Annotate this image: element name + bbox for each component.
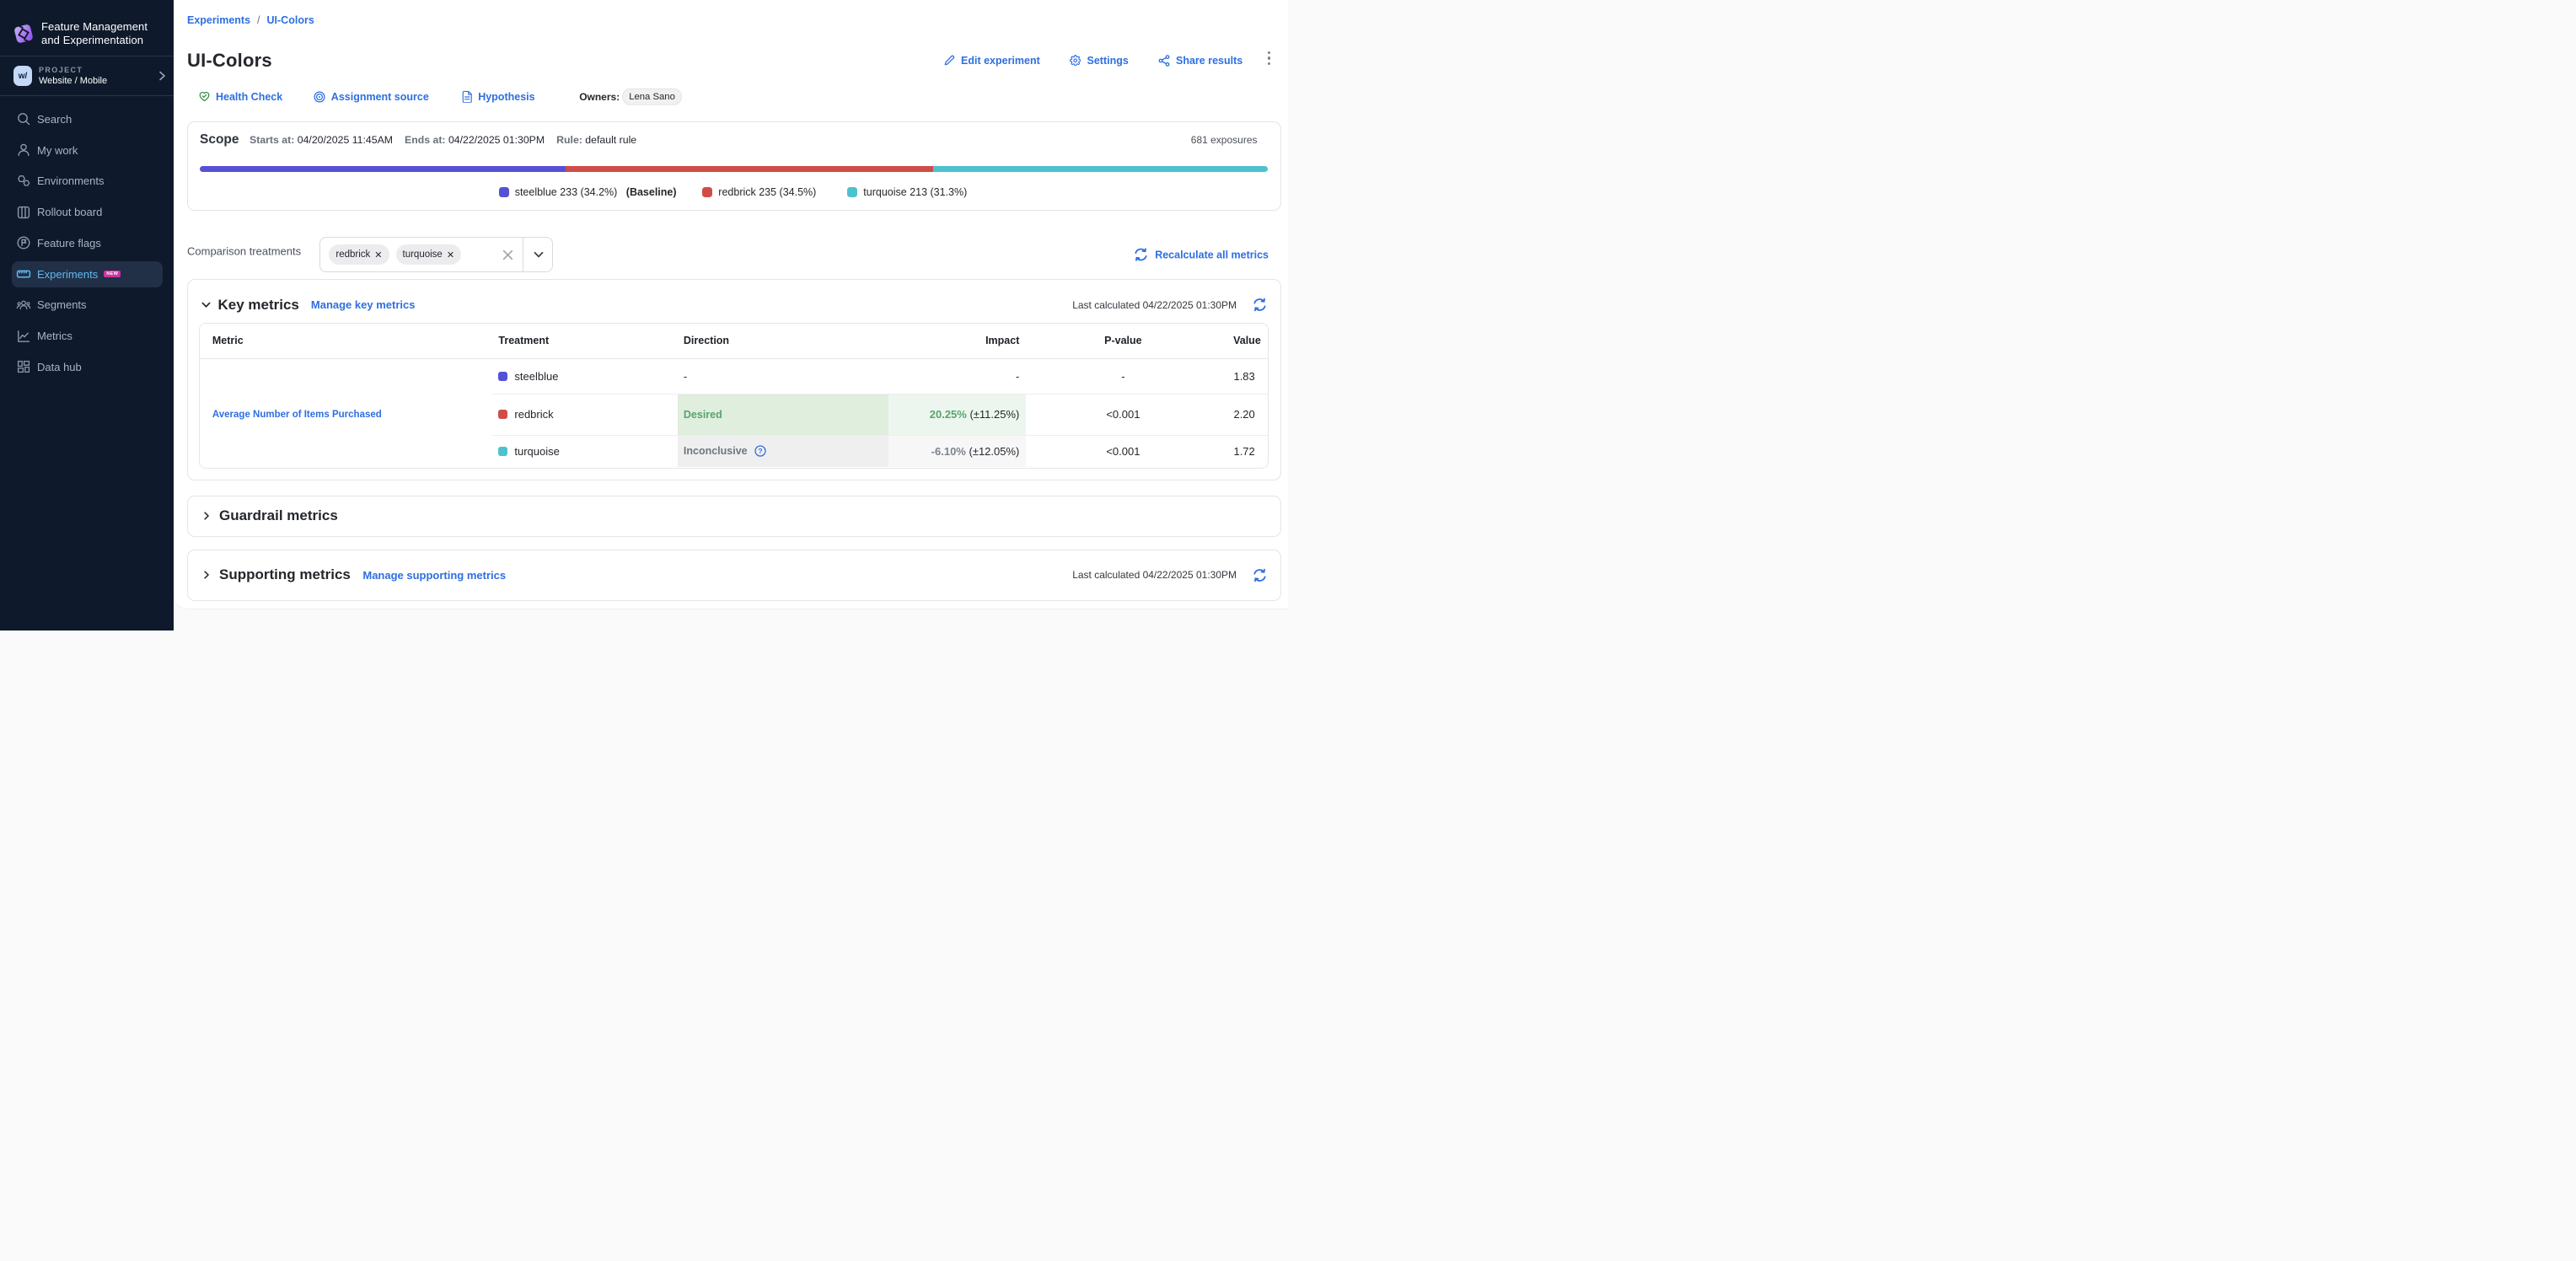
svg-text:?: ? bbox=[758, 447, 762, 455]
